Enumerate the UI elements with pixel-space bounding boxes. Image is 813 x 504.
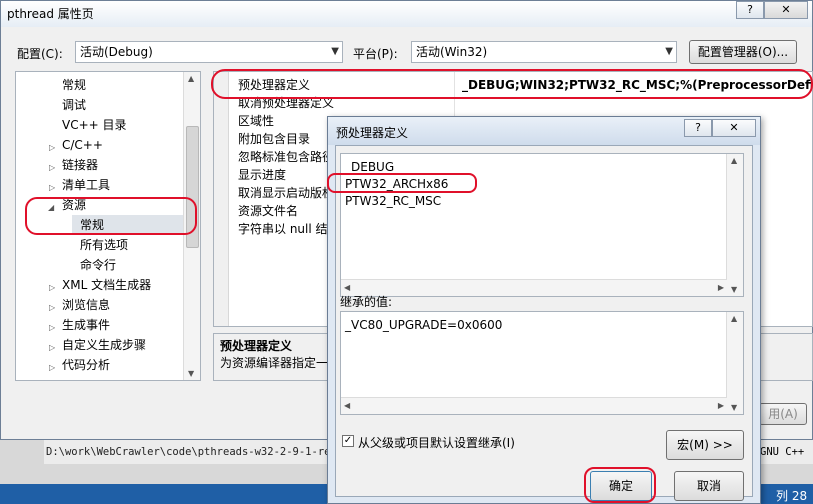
expand-arrow-icon[interactable]: ▷	[49, 323, 55, 332]
tree-item-code-analysis[interactable]: 代码分析	[62, 355, 110, 375]
help-icon: ?	[695, 121, 701, 134]
grid-row-name[interactable]: 资源文件名	[238, 202, 298, 220]
expand-arrow-icon[interactable]: ▷	[49, 363, 55, 372]
grid-row-name[interactable]: 区域性	[238, 112, 274, 130]
grid-row-name[interactable]: 附加包含目录	[238, 130, 310, 148]
inherited-vscrollbar[interactable]: ▲ ▼	[726, 312, 743, 414]
scroll-up-icon[interactable]: ▲	[731, 314, 737, 323]
title-bar: pthread 属性页 ? ✕	[1, 1, 812, 27]
grid-row-name[interactable]: 字符串以 null 结	[238, 220, 328, 238]
preprocessor-dialog: 预处理器定义 ? ✕ _DEBUG PTW32_ARCHx86 PTW32_RC…	[327, 116, 761, 504]
expand-arrow-icon[interactable]: ▷	[49, 183, 55, 192]
close-icon: ✕	[729, 121, 739, 134]
chevron-down-icon: ▼	[665, 46, 673, 57]
scroll-right-icon[interactable]: ▶	[718, 401, 724, 410]
highlight-ring	[25, 197, 197, 235]
console-line: D:\work\WebCrawler\code\pthreads-w32-2-9…	[46, 446, 344, 458]
tree-item-manifest-tool[interactable]: 清单工具	[62, 175, 110, 195]
tree-item-all-options[interactable]: 所有选项	[80, 235, 128, 255]
inherited-label: 继承的值:	[340, 295, 393, 309]
platform-label: 平台(P):	[353, 47, 398, 61]
tree-item-command-line[interactable]: 命令行	[80, 255, 116, 275]
console-line-right: GNU C++	[760, 446, 805, 458]
tree-item-linker[interactable]: 链接器	[62, 155, 98, 175]
help-icon: ?	[747, 3, 753, 16]
scroll-down-icon[interactable]: ▼	[731, 403, 737, 412]
scroll-down-icon[interactable]: ▼	[731, 285, 737, 294]
grid-row-name[interactable]: 取消显示启动版权	[238, 184, 334, 202]
close-icon: ✕	[781, 3, 791, 16]
config-value: 活动(Debug)	[80, 45, 153, 59]
expand-arrow-icon[interactable]: ▷	[49, 163, 55, 172]
description-title: 预处理器定义	[220, 339, 293, 353]
scroll-left-icon[interactable]: ◀	[344, 401, 350, 410]
highlight-ring	[211, 69, 813, 99]
tree-item-cpp[interactable]: C/C++	[62, 135, 103, 155]
tree-item-build-events[interactable]: 生成事件	[62, 315, 110, 335]
apply-button[interactable]: 用(A)	[759, 403, 807, 425]
defines-hscrollbar[interactable]: ◀ ▶	[341, 279, 727, 296]
config-select[interactable]: 活动(Debug) ▼	[75, 41, 343, 63]
dialog-title-bar: 预处理器定义 ? ✕	[328, 117, 760, 145]
tree-item-vc-directories[interactable]: VC++ 目录	[62, 115, 127, 135]
defines-editor[interactable]: _DEBUG PTW32_ARCHx86 PTW32_RC_MSC ▲ ▼ ◀ …	[327, 153, 744, 297]
platform-value: 活动(Win32)	[416, 45, 488, 59]
grid-margin	[214, 72, 229, 326]
inherited-hscrollbar[interactable]: ◀ ▶	[341, 397, 727, 414]
close-button[interactable]: ✕	[764, 1, 808, 19]
defines-vscrollbar[interactable]: ▲ ▼	[726, 154, 743, 296]
inherited-value: _VC80_UPGRADE=0x0600	[345, 318, 503, 332]
scroll-down-icon[interactable]: ▼	[188, 369, 194, 378]
tree-item-debugging[interactable]: 调试	[62, 95, 86, 115]
inherit-checkbox-label[interactable]: 从父级或项目默认设置继承(I)	[358, 434, 515, 451]
macro-button[interactable]: 宏(M) >>	[666, 430, 744, 460]
define-line[interactable]: _DEBUG	[345, 160, 394, 174]
tree-item-browse-info[interactable]: 浏览信息	[62, 295, 110, 315]
tree-item-xml-doc[interactable]: XML 文档生成器	[62, 275, 151, 295]
platform-select[interactable]: 活动(Win32) ▼	[411, 41, 677, 63]
tree-item-general[interactable]: 常规	[62, 75, 86, 95]
dialog-help-button[interactable]: ?	[684, 119, 712, 137]
inherited-values-box: _VC80_UPGRADE=0x0600 ▲ ▼ ◀ ▶	[340, 311, 744, 415]
scroll-left-icon[interactable]: ◀	[344, 283, 350, 292]
chevron-down-icon: ▼	[331, 46, 339, 57]
inherit-checkbox[interactable]: ✓	[342, 435, 354, 447]
description-text: 为资源编译器指定一	[220, 356, 329, 370]
grid-row-name[interactable]: 忽略标准包含路径	[238, 148, 334, 166]
scroll-up-icon[interactable]: ▲	[188, 74, 194, 83]
help-button[interactable]: ?	[736, 1, 764, 19]
checkmark-icon: ✓	[343, 435, 353, 446]
expand-arrow-icon[interactable]: ▷	[49, 343, 55, 352]
scroll-up-icon[interactable]: ▲	[731, 156, 737, 165]
cancel-button[interactable]: 取消	[674, 471, 744, 501]
config-manager-button[interactable]: 配置管理器(O)...	[689, 40, 797, 64]
dialog-title: 预处理器定义	[336, 126, 409, 140]
highlight-ring	[584, 467, 656, 503]
expand-arrow-icon[interactable]: ▷	[49, 143, 55, 152]
define-line[interactable]: PTW32_RC_MSC	[345, 194, 441, 208]
status-column: 列 28	[776, 489, 808, 503]
scroll-right-icon[interactable]: ▶	[718, 283, 724, 292]
tree-item-custom-build[interactable]: 自定义生成步骤	[62, 335, 146, 355]
expand-arrow-icon[interactable]: ▷	[49, 303, 55, 312]
dialog-close-button[interactable]: ✕	[712, 119, 756, 137]
config-label: 配置(C):	[17, 47, 63, 61]
expand-arrow-icon[interactable]: ▷	[49, 283, 55, 292]
highlight-ring	[327, 173, 477, 193]
grid-row-name[interactable]: 显示进度	[238, 166, 286, 184]
window-title: pthread 属性页	[7, 7, 94, 21]
